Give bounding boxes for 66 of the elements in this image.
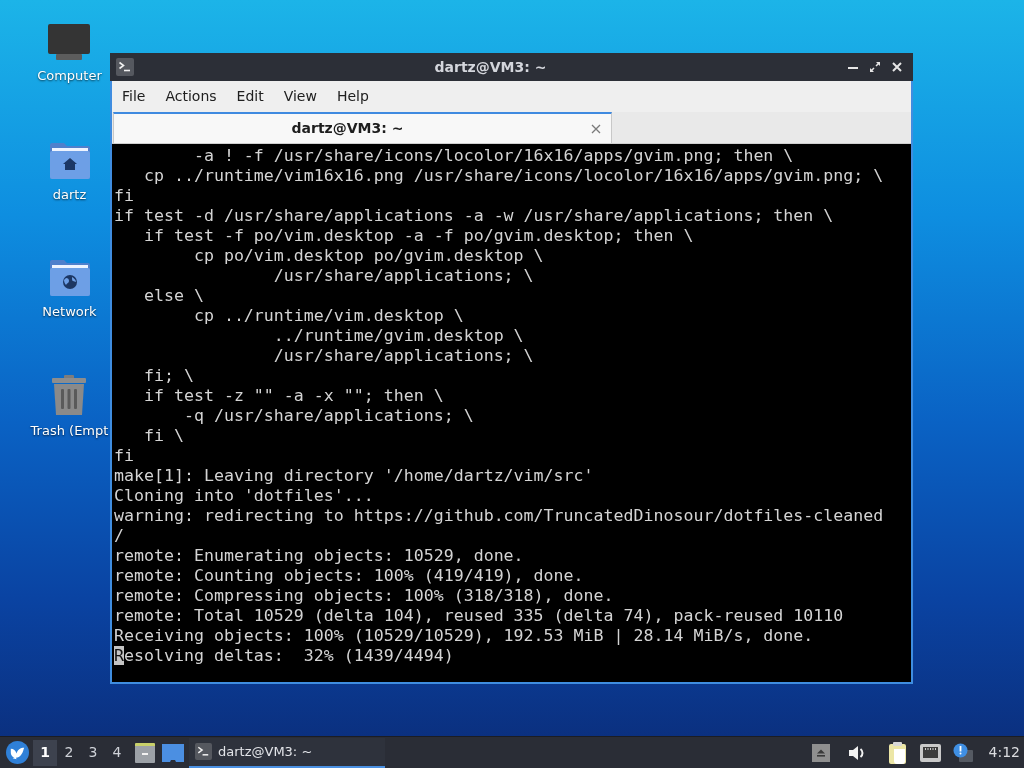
- globe-folder-icon: [49, 258, 90, 296]
- desktop-shortcut[interactable]: Network: [42, 258, 97, 320]
- terminal-icon: [195, 743, 212, 760]
- terminal-icon: [116, 58, 134, 76]
- ethernet-port-icon: [919, 743, 941, 762]
- trash-icon: [51, 375, 88, 415]
- terminal-line: remote: Compressing objects: 100% (318/318), done.: [114, 586, 614, 606]
- menu-item[interactable]: Edit: [226, 86, 274, 107]
- terminal-line: Cloning into 'dotfiles'...: [114, 486, 374, 506]
- terminal-line: /usr/share/applications; \: [272, 266, 534, 286]
- start-menu-button[interactable]: [5, 740, 29, 765]
- terminal-line: -a ! -f /usr/share/icons/locolor/16x16/apps/gvim.png; then \: [192, 146, 794, 166]
- terminal-line: fi; \: [142, 366, 194, 386]
- home-folder-icon: [49, 141, 90, 179]
- terminal-line: else \: [142, 286, 204, 306]
- workspace-button[interactable]: 3: [81, 739, 105, 766]
- terminal-line: if test -z "" -a -x ""; then \: [142, 386, 444, 406]
- clipboard-button[interactable]: [887, 741, 908, 764]
- terminal-line: cp ../runtime/vim16x16.png /usr/share/icons/locolor/16x16/apps/gvim.png; \: [142, 166, 884, 186]
- clipboard-icon: [887, 741, 908, 764]
- speaker-icon: [847, 743, 866, 762]
- terminal-line: /: [114, 526, 124, 546]
- menu-item[interactable]: File: [112, 86, 156, 107]
- maximize-icon: [870, 62, 880, 72]
- terminal-tab[interactable]: dartz@VM3: ~: [113, 112, 612, 143]
- window-title: dartz@VM3: ~: [433, 57, 548, 77]
- terminal-line: warning: redirecting to https://github.com/TruncatedDinosour/dotfiles-cleaned: [114, 506, 884, 526]
- terminal-line: Resolving deltas: 32% (1439/4494): [114, 646, 454, 666]
- terminal-line: remote: Counting objects: 100% (419/419), done.: [114, 566, 584, 586]
- monitor-icon: [48, 24, 91, 60]
- monitor-icon: [162, 743, 184, 762]
- terminal-line: if test -f po/vim.desktop -a -f po/gvim.desktop; then \: [142, 226, 694, 246]
- terminal-line: fi \: [142, 426, 184, 446]
- eject-button[interactable]: [811, 743, 830, 762]
- notification-button[interactable]: [952, 742, 973, 763]
- workspace-button[interactable]: 1: [33, 739, 57, 766]
- terminal-line: ../runtime/gvim.desktop \: [272, 326, 524, 346]
- desktop-shortcut[interactable]: Trash (Empt: [30, 375, 109, 439]
- workspace-button[interactable]: 2: [57, 739, 81, 766]
- terminal-line: fi: [114, 446, 134, 466]
- terminal-line: make[1]: Leaving directory '/home/dartz/vim/src': [114, 466, 594, 486]
- terminal-line: if test -d /usr/share/applications -a -w /usr/share/applications; then \: [114, 206, 834, 226]
- task-button[interactable]: dartz@VM3: ~: [189, 737, 385, 768]
- close-icon: [591, 123, 601, 134]
- terminal-line: -q /usr/share/applications; \: [182, 406, 474, 426]
- network-button[interactable]: [919, 743, 941, 762]
- clock: 4:12: [988, 743, 1020, 762]
- maximize-button[interactable]: [869, 61, 881, 73]
- notification-icon: [952, 742, 973, 763]
- workspace-button[interactable]: 4: [105, 739, 129, 766]
- terminal-line: /usr/share/applications; \: [272, 346, 534, 366]
- close-button[interactable]: [891, 61, 903, 73]
- terminal-line: remote: Total 10529 (delta 104), reused 335 (delta 74), pack-reused 10110: [114, 606, 844, 626]
- menu-item[interactable]: View: [273, 86, 327, 107]
- terminal-line: cp po/vim.desktop po/gvim.desktop \: [192, 246, 544, 266]
- terminal-line: Receiving objects: 100% (10529/10529), 192.53 MiB | 28.14 MiB/s, done.: [114, 626, 814, 646]
- eject-icon: [811, 743, 830, 762]
- terminal-line: remote: Enumerating objects: 10529, done.: [114, 546, 524, 566]
- volume-button[interactable]: [847, 743, 866, 762]
- file-cabinet-icon: [134, 742, 156, 763]
- terminal-line: fi: [114, 186, 134, 206]
- menu-item[interactable]: Help: [326, 86, 379, 107]
- terminal-line: cp ../runtime/vim.desktop \: [192, 306, 464, 326]
- bird-logo-icon: [5, 741, 29, 764]
- close-icon: [892, 62, 902, 72]
- menu-item[interactable]: Actions: [155, 86, 227, 107]
